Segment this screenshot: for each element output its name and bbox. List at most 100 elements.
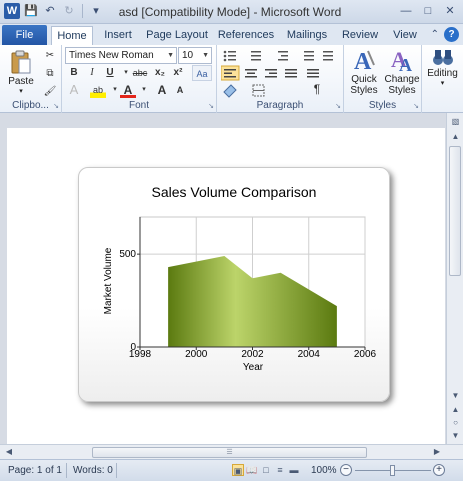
font-size-combo[interactable]: 10 ▼ bbox=[178, 47, 212, 64]
paste-icon bbox=[11, 50, 31, 74]
font-group: Times New Roman ▼ 10 ▼ B I U ▾ abc x₂ x²… bbox=[62, 45, 217, 113]
font-color-dropdown-icon[interactable]: ▾ bbox=[136, 82, 152, 98]
binoculars-icon bbox=[432, 50, 453, 65]
page-count[interactable]: Page: 1 of 1 bbox=[8, 465, 62, 476]
tab-view[interactable]: View bbox=[388, 26, 422, 45]
quick-styles-label: Quick Styles bbox=[350, 74, 378, 96]
select-browse-object-button[interactable]: ○ bbox=[448, 416, 463, 430]
tab-insert[interactable]: Insert bbox=[98, 26, 138, 45]
tab-review[interactable]: Review bbox=[338, 26, 382, 45]
scroll-right-button[interactable]: ▶ bbox=[430, 445, 444, 459]
paste-dropdown-icon[interactable]: ▾ bbox=[4, 87, 38, 95]
quick-styles-button[interactable]: A Quick Styles bbox=[346, 47, 382, 96]
status-separator bbox=[66, 463, 67, 478]
change-styles-icon: A A bbox=[391, 47, 412, 73]
clipboard-launcher-icon[interactable]: ↘ bbox=[53, 102, 59, 110]
undo-icon[interactable]: ↶ bbox=[42, 3, 58, 19]
format-painter-icon[interactable]: 🖌 bbox=[42, 84, 58, 100]
horizontal-scroll-thumb[interactable]: ☰ bbox=[92, 447, 367, 458]
tab-page-layout[interactable]: Page Layout bbox=[144, 26, 210, 45]
strikethrough-button[interactable]: abc bbox=[130, 65, 150, 81]
superscript-button[interactable]: x² bbox=[170, 65, 186, 81]
chart-object[interactable]: Sales Volume Comparison 1998 2000 2002 2004… bbox=[78, 167, 390, 402]
vertical-scroll-thumb[interactable] bbox=[449, 146, 461, 276]
tab-home[interactable]: Home bbox=[51, 26, 93, 45]
font-launcher-icon[interactable]: ↘ bbox=[208, 102, 214, 110]
bold-button[interactable]: B bbox=[66, 65, 82, 81]
zoom-in-button[interactable]: + bbox=[433, 464, 445, 476]
change-case-button[interactable]: Aa bbox=[192, 65, 212, 81]
styles-group-label: Styles bbox=[368, 100, 397, 111]
font-size-dropdown-icon[interactable]: ▼ bbox=[202, 48, 209, 63]
qat-separator bbox=[82, 4, 83, 18]
italic-button[interactable]: I bbox=[84, 65, 100, 81]
tab-references[interactable]: References bbox=[216, 26, 276, 45]
chart-x-tick-label: 2002 bbox=[241, 349, 264, 360]
maximize-button[interactable]: □ bbox=[419, 3, 437, 19]
font-color-button[interactable]: A bbox=[120, 82, 136, 98]
editing-dropdown-icon[interactable]: ▾ bbox=[423, 79, 462, 87]
redo-icon[interactable]: ↻ bbox=[61, 3, 77, 19]
tab-file[interactable]: File bbox=[2, 25, 47, 45]
copy-icon[interactable]: ⧉ bbox=[42, 66, 58, 82]
title-bar: W 💾 ↶ ↻ ▾ asd [Compatibility Mode] - Mic… bbox=[0, 0, 463, 24]
draft-view-icon[interactable]: ▬ bbox=[288, 464, 300, 476]
scroll-up-button[interactable]: ▲ bbox=[448, 130, 463, 144]
chart-y-tick-label: 0 bbox=[130, 342, 136, 353]
scroll-left-button[interactable]: ◀ bbox=[2, 445, 16, 459]
change-styles-button[interactable]: A A Change Styles bbox=[383, 47, 421, 96]
underline-button[interactable]: U bbox=[102, 65, 118, 81]
window-title: asd [Compatibility Mode] - Microsoft Wor… bbox=[118, 5, 342, 19]
subscript-button[interactable]: x₂ bbox=[152, 65, 168, 81]
full-screen-reading-view-icon[interactable]: 📖 bbox=[246, 464, 258, 476]
highlight-button[interactable]: ab bbox=[90, 82, 106, 98]
font-name-dropdown-icon[interactable]: ▼ bbox=[167, 48, 174, 63]
paragraph-group-label: Paragraph bbox=[256, 100, 304, 111]
chart-y-tick-label: 500 bbox=[119, 249, 136, 260]
zoom-level[interactable]: 100% bbox=[311, 465, 337, 476]
zoom-slider-handle[interactable] bbox=[390, 465, 395, 476]
save-icon[interactable]: 💾 bbox=[23, 3, 39, 19]
font-group-label: Font bbox=[128, 100, 149, 111]
shrink-font-button[interactable]: A bbox=[172, 82, 188, 98]
chart-title: Sales Volume Comparison bbox=[152, 184, 317, 200]
word-logo-icon[interactable]: W bbox=[4, 3, 20, 19]
paste-button[interactable]: Paste ▾ bbox=[4, 49, 38, 95]
paste-label: Paste bbox=[8, 76, 34, 87]
svg-text:A: A bbox=[399, 55, 412, 73]
paragraph-launcher-icon[interactable]: ↘ bbox=[335, 102, 341, 110]
vertical-scrollbar[interactable]: ▧ ▲ ▼ ▲ ○ ▼ bbox=[446, 113, 463, 444]
chart-x-tick-label: 2006 bbox=[354, 349, 377, 360]
grow-font-button[interactable]: A bbox=[154, 82, 170, 98]
show-formatting-button[interactable]: ¶ bbox=[309, 81, 325, 97]
tab-mailings[interactable]: Mailings bbox=[283, 26, 331, 45]
ruler-area bbox=[0, 113, 463, 128]
editing-button[interactable]: Editing ▾ bbox=[423, 47, 462, 87]
minimize-button[interactable]: — bbox=[397, 3, 415, 19]
outline-view-icon[interactable]: ≡ bbox=[274, 464, 286, 476]
cut-icon[interactable]: ✂ bbox=[42, 48, 58, 64]
horizontal-scrollbar[interactable]: ◀ ☰ ▶ bbox=[0, 444, 463, 459]
scroll-down-button[interactable]: ▼ bbox=[448, 389, 463, 403]
help-icon[interactable]: ? bbox=[444, 27, 459, 42]
print-layout-view-icon[interactable]: ▣ bbox=[232, 464, 244, 476]
text-effects-button[interactable]: A bbox=[66, 82, 82, 98]
next-page-button[interactable]: ▼ bbox=[448, 429, 463, 443]
web-layout-view-icon[interactable]: □ bbox=[260, 464, 272, 476]
font-name-combo[interactable]: Times New Roman ▼ bbox=[65, 47, 177, 64]
word-count[interactable]: Words: 0 bbox=[73, 465, 113, 476]
paragraph-group: ¶ Paragraph ↘ bbox=[217, 45, 344, 113]
previous-page-button[interactable]: ▲ bbox=[448, 403, 463, 417]
chart-svg: Sales Volume Comparison 1998 2000 2002 2004… bbox=[103, 184, 377, 373]
editing-group: Editing ▾ bbox=[422, 45, 463, 113]
minimize-ribbon-icon[interactable]: ⌃ bbox=[431, 29, 439, 40]
font-size-value: 10 bbox=[182, 50, 194, 61]
chart-x-axis-label: Year bbox=[243, 362, 264, 373]
zoom-out-button[interactable]: − bbox=[340, 464, 352, 476]
status-bar: Page: 1 of 1 Words: 0 ▣ 📖 □ ≡ ▬ 100% − + bbox=[0, 459, 463, 481]
ruler-toggle-icon[interactable]: ▧ bbox=[448, 115, 463, 129]
close-button[interactable]: ✕ bbox=[441, 3, 459, 19]
quick-access-toolbar: W 💾 ↶ ↻ ▾ bbox=[4, 3, 104, 19]
styles-launcher-icon[interactable]: ↘ bbox=[413, 102, 419, 110]
chart-x-tick-label: 2004 bbox=[298, 349, 321, 360]
